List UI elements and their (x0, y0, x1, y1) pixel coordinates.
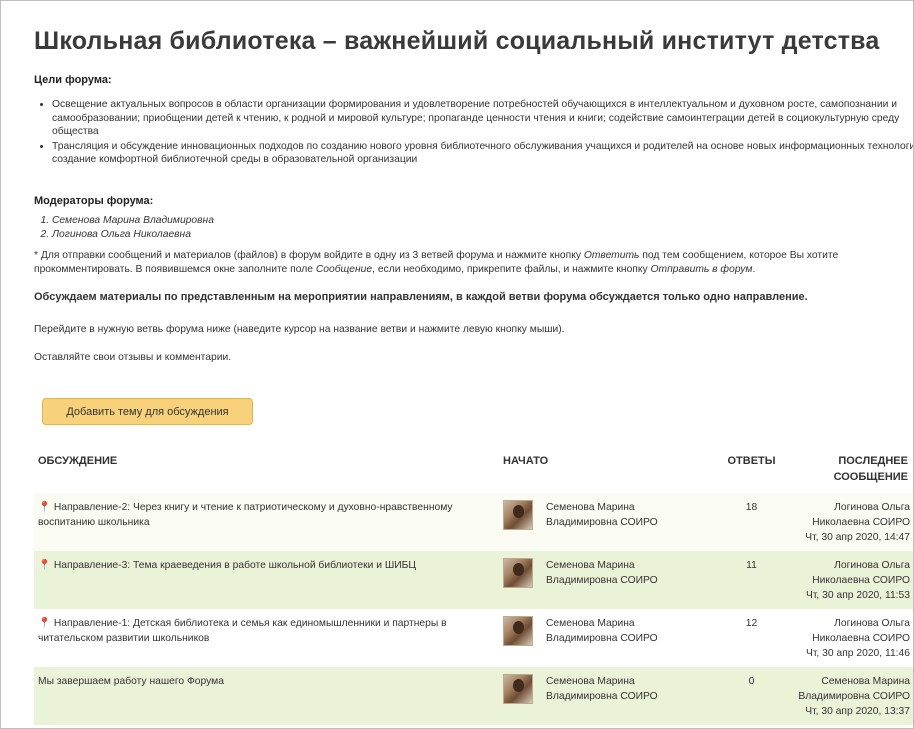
feedback-text: Оставляйте свои отзывы и комментарии. (34, 352, 232, 363)
last-post-date[interactable]: Чт, 30 апр 2020, 13:37 (805, 706, 910, 717)
header-last-line: сообщение (833, 471, 908, 483)
goal-item: Трансляция и обсуждение инновационных по… (52, 140, 913, 167)
starter-name[interactable]: Семенова Марина Владимировна СОИРО (546, 674, 658, 704)
starter-cell: Семенова Марина Владимировна СОИРО (499, 493, 709, 551)
starter-cell: Семенова Марина Владимировна СОИРО (499, 609, 709, 667)
branch-instruction: Перейдите в нужную ветвь форума ниже (на… (34, 324, 565, 335)
pin-icon: 📍 (38, 560, 51, 571)
header-last-post[interactable]: Последнее сообщение (794, 447, 913, 493)
moderator-item: Семенова Марина Владимировна (52, 214, 214, 228)
pin-icon: 📍 (38, 618, 51, 629)
starter-name-line: Владимировна СОИРО (546, 633, 658, 644)
discussion-rule: Обсуждаем материалы по представленным на… (34, 291, 808, 303)
last-post-author: Семенова Марина (821, 676, 910, 687)
header-started[interactable]: Начато (499, 447, 709, 493)
table-row[interactable]: 📍 Направление-1: Детская библиотека и сем… (34, 609, 913, 667)
starter-name-line: Владимировна СОИРО (546, 517, 658, 528)
table-row[interactable]: Мы завершаем работу нашего Форума Семено… (34, 667, 913, 725)
starter-cell: Семенова Марина Владимировна СОИРО (499, 551, 709, 609)
replies-count[interactable]: 0 (709, 667, 794, 725)
starter-name-line: Владимировна СОИРО (546, 691, 658, 702)
note-reply-term: Ответить (583, 250, 640, 261)
avatar[interactable] (503, 500, 533, 530)
table-header-row: Обсуждение Начато Ответы Последнее сообще… (34, 447, 913, 493)
moderators-list: Семенова Марина Владимировна Логинова Ол… (34, 214, 214, 242)
topic-cell[interactable]: Мы завершаем работу нашего Форума (34, 667, 499, 725)
note-message-term: Сообщение (315, 264, 373, 275)
replies-count[interactable]: 11 (709, 551, 794, 609)
goal-item: Освещение актуальных вопросов в области … (52, 98, 913, 139)
last-post-author: Николаевна СОИРО (812, 575, 910, 586)
topic-link[interactable]: Направление-1: Детская библиотека и семь… (38, 618, 447, 644)
starter-name-line: Семенова Марина (546, 560, 635, 571)
header-replies[interactable]: Ответы (709, 447, 794, 493)
last-post-cell[interactable]: Логинова Ольга Николаевна СОИРО Чт, 30 апр… (794, 609, 913, 667)
goals-list: Освещение актуальных вопросов в области … (34, 98, 913, 168)
goals-title: Цели форума: (34, 74, 112, 86)
starter-name[interactable]: Семенова Марина Владимировна СОИРО (546, 500, 658, 530)
replies-count[interactable]: 18 (709, 493, 794, 551)
moderators-title: Модераторы форума: (34, 195, 154, 207)
page-frame: Школьная библиотека – важнейший социальн… (0, 0, 914, 729)
instructions-note: * Для отправки сообщений и материалов (ф… (34, 249, 913, 277)
add-topic-button[interactable]: Добавить тему для обсуждения (42, 398, 253, 425)
starter-name-line: Семенова Марина (546, 676, 635, 687)
last-post-author: Логинова Ольга (834, 502, 910, 513)
starter-name-line: Владимировна СОИРО (546, 575, 658, 586)
last-post-author: Николаевна СОИРО (812, 517, 910, 528)
discussion-table: Обсуждение Начато Ответы Последнее сообще… (34, 447, 913, 725)
page-title: Школьная библиотека – важнейший социальн… (34, 27, 880, 55)
note-send-term: Отправить в форум (650, 264, 753, 275)
last-post-cell[interactable]: Логинова Ольга Николаевна СОИРО Чт, 30 апр… (794, 493, 913, 551)
last-post-author: Николаевна СОИРО (812, 633, 910, 644)
topic-cell[interactable]: 📍 Направление-2: Через книгу и чтение к п… (34, 493, 499, 551)
last-post-date[interactable]: Чт, 30 апр 2020, 11:53 (806, 590, 910, 601)
topic-link[interactable]: Направление-2: Через книгу и чтение к па… (38, 502, 453, 528)
topic-link[interactable]: Направление-3: Тема краеведения в работе… (54, 560, 416, 571)
note-text: , если необходимо, прикрепите файлы, и н… (372, 264, 651, 275)
note-text: * Для отправки сообщений и материалов (ф… (34, 250, 584, 261)
last-post-date[interactable]: Чт, 30 апр 2020, 11:46 (806, 648, 910, 659)
moderator-item: Логинова Ольга Николаевна (52, 228, 214, 242)
avatar[interactable] (503, 558, 533, 588)
table-row[interactable]: 📍 Направление-2: Через книгу и чтение к п… (34, 493, 913, 551)
starter-name-line: Семенова Марина (546, 618, 635, 629)
starter-name-line: Семенова Марина (546, 502, 635, 513)
starter-cell: Семенова Марина Владимировна СОИРО (499, 667, 709, 725)
last-post-author: Логинова Ольга (834, 618, 910, 629)
header-last-line: Последнее (838, 455, 908, 467)
avatar[interactable] (503, 674, 533, 704)
starter-name[interactable]: Семенова Марина Владимировна СОИРО (546, 558, 658, 588)
topic-cell[interactable]: 📍 Направление-3: Тема краеведения в работ… (34, 551, 499, 609)
starter-name[interactable]: Семенова Марина Владимировна СОИРО (546, 616, 658, 646)
pin-icon: 📍 (38, 502, 51, 513)
topic-cell[interactable]: 📍 Направление-1: Детская библиотека и сем… (34, 609, 499, 667)
last-post-cell[interactable]: Семенова Марина Владимировна СОИРО Чт, 30 … (794, 667, 913, 725)
replies-count[interactable]: 12 (709, 609, 794, 667)
note-text: . (752, 264, 756, 275)
last-post-cell[interactable]: Логинова Ольга Николаевна СОИРО Чт, 30 апр… (794, 551, 913, 609)
table-row[interactable]: 📍 Направление-3: Тема краеведения в работ… (34, 551, 913, 609)
last-post-author: Владимировна СОИРО (798, 691, 910, 702)
avatar[interactable] (503, 616, 533, 646)
topic-link[interactable]: Мы завершаем работу нашего Форума (38, 676, 224, 687)
last-post-date[interactable]: Чт, 30 апр 2020, 14:47 (805, 532, 910, 543)
last-post-author: Логинова Ольга (834, 560, 910, 571)
header-discussion[interactable]: Обсуждение (34, 447, 499, 493)
